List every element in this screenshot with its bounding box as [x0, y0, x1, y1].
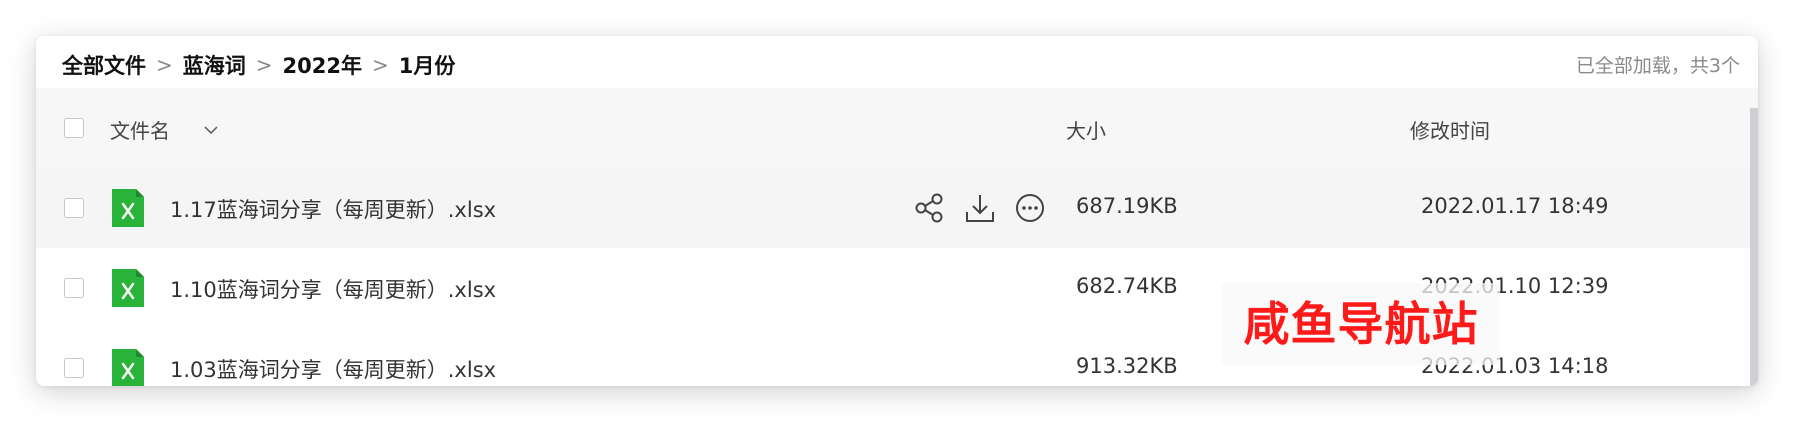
table-header: 文件名 大小 修改时间 — [36, 88, 1758, 168]
watermark-text: 咸鱼导航站 — [1222, 283, 1500, 365]
share-icon[interactable] — [914, 192, 946, 224]
column-header-name[interactable]: 文件名 — [110, 115, 170, 144]
column-header-size: 大小 — [1066, 119, 1106, 143]
breadcrumb-item-all-files[interactable]: 全部文件 — [62, 50, 146, 80]
excel-file-icon — [112, 269, 144, 307]
file-modified-time: 2022.01.17 18:49 — [1421, 194, 1609, 218]
breadcrumb-separator-icon: > — [255, 53, 273, 77]
file-size: 913.32KB — [1076, 354, 1178, 378]
breadcrumb-item-2022[interactable]: 2022年 — [283, 50, 362, 80]
breadcrumb-separator-icon: > — [156, 53, 173, 77]
file-name-link[interactable]: 1.17蓝海词分享（每周更新）.xlsx — [170, 194, 496, 224]
excel-file-icon — [112, 349, 144, 386]
vertical-scrollbar[interactable] — [1750, 108, 1758, 386]
select-all-checkbox[interactable] — [64, 118, 84, 138]
row-checkbox[interactable] — [64, 278, 84, 298]
row-checkbox[interactable] — [64, 358, 84, 378]
breadcrumb: 全部文件 > 蓝海词 > 2022年 > 1月份 — [62, 50, 455, 80]
breadcrumb-item-lanhaici[interactable]: 蓝海词 — [183, 50, 246, 80]
breadcrumb-bar: 全部文件 > 蓝海词 > 2022年 > 1月份 已全部加载，共3个 — [36, 36, 1758, 88]
loaded-count-text: 已全部加载，共3个 — [1575, 55, 1740, 77]
column-header-modified: 修改时间 — [1410, 119, 1490, 143]
file-size: 682.74KB — [1076, 274, 1178, 298]
excel-file-icon — [112, 189, 144, 227]
breadcrumb-item-january: 1月份 — [398, 54, 456, 78]
chevron-down-icon[interactable] — [202, 121, 220, 139]
file-size: 687.19KB — [1076, 194, 1178, 218]
breadcrumb-separator-icon: > — [371, 53, 389, 77]
table-row[interactable]: 1.17蓝海词分享（每周更新）.xlsx 687.19KB 2022.01.17… — [36, 168, 1758, 248]
file-name-link[interactable]: 1.10蓝海词分享（每周更新）.xlsx — [170, 274, 496, 304]
row-checkbox[interactable] — [64, 198, 84, 218]
file-name-link[interactable]: 1.03蓝海词分享（每周更新）.xlsx — [170, 354, 496, 384]
download-icon[interactable] — [964, 192, 996, 224]
more-icon[interactable] — [1014, 192, 1046, 224]
